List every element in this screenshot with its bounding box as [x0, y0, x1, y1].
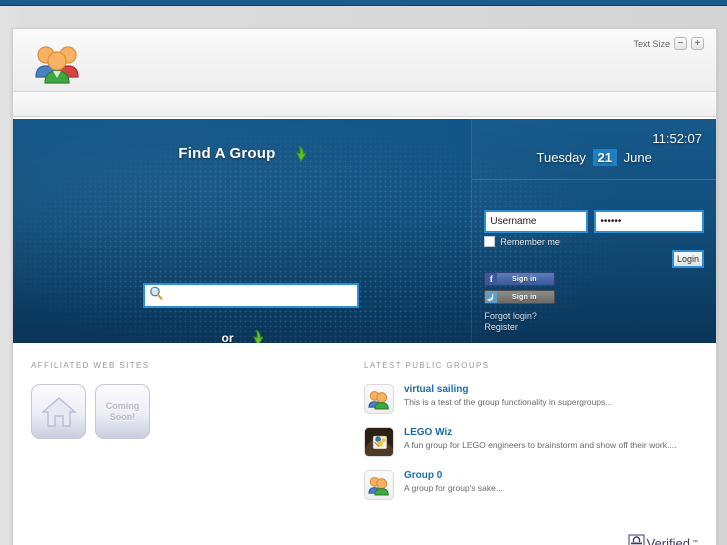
facebook-sign-in-button[interactable]: f Sign in [484, 272, 556, 286]
magnifier-icon [149, 286, 163, 305]
group-people-icon [368, 390, 389, 410]
group-description: This is a test of the group functionalit… [404, 397, 613, 407]
group-name-link[interactable]: virtual sailing [404, 384, 612, 395]
find-a-group-label: Find A Group [178, 145, 276, 162]
remember-me-checkbox[interactable] [484, 236, 496, 247]
clock-date: Tuesday 21 June [472, 149, 716, 166]
green-down-arrow-icon [247, 329, 265, 343]
group-name-link[interactable]: Group 0 [404, 470, 503, 481]
affiliated-web-sites-section: Affiliated Web Sites Coming Soon! [13, 361, 359, 513]
text-size-increase-button[interactable]: + [691, 37, 704, 50]
site-shell: Text Size − + Find A Group or 11:52:07 T… [12, 28, 717, 545]
list-item[interactable]: Group 0 A group for group's sake... [364, 470, 716, 500]
verified-trademark: ™ [692, 540, 698, 545]
home-icon [40, 396, 77, 427]
remember-me-row[interactable]: Remember me [484, 236, 560, 247]
twitter-sign-in-button[interactable]: Sign in [484, 290, 556, 304]
facebook-icon: f [485, 273, 498, 285]
lower-content: Affiliated Web Sites Coming Soon! La [13, 343, 716, 545]
hero-section: Find A Group or 11:52:07 Tuesday 21 June… [13, 117, 716, 343]
password-input[interactable] [594, 210, 705, 233]
list-item[interactable]: virtual sailing This is a test of the gr… [364, 384, 716, 414]
twitter-sign-in-label: Sign in [511, 293, 537, 301]
group-people-icon [368, 476, 389, 496]
green-down-arrow-icon [290, 145, 308, 167]
username-input[interactable] [484, 210, 589, 233]
forgot-login-link[interactable]: Forgot login? [484, 311, 537, 322]
text-size-control: Text Size − + [633, 37, 704, 50]
group-avatar[interactable] [364, 470, 394, 500]
group-search-box[interactable] [143, 283, 359, 308]
group-people-icon [35, 46, 79, 84]
latest-public-groups-section: Latest Public Groups virtual sailing [359, 361, 716, 513]
group-avatar[interactable] [364, 427, 394, 457]
affiliated-tile-home[interactable] [31, 384, 86, 439]
social-sign-in-group: f Sign in Sign in [484, 272, 556, 308]
group-description: A group for group's sake... [404, 483, 503, 493]
lego-photo-thumbnail [365, 428, 393, 456]
login-panel-divider [472, 179, 716, 180]
login-fields [484, 210, 705, 233]
affiliated-section-title: Affiliated Web Sites [31, 361, 150, 370]
clock-month: June [623, 150, 652, 165]
text-size-decrease-button[interactable]: − [674, 37, 687, 50]
latest-groups-section-title: Latest Public Groups [364, 361, 490, 370]
affiliated-tiles: Coming Soon! [31, 384, 359, 439]
or-separator: or [13, 329, 471, 343]
group-search-input[interactable] [167, 288, 353, 303]
lock-icon [628, 534, 645, 545]
facebook-sign-in-label: Sign in [511, 275, 537, 283]
header-subbar [13, 92, 716, 117]
site-header: Text Size − + [13, 29, 716, 92]
site-logo[interactable] [30, 37, 84, 85]
group-name-link[interactable]: LEGO Wiz [404, 427, 676, 438]
page-background: Text Size − + Find A Group or 11:52:07 T… [0, 6, 727, 545]
clock-day-number: 21 [592, 149, 617, 166]
list-item[interactable]: LEGO Wiz A fun group for LEGO engineers … [364, 427, 716, 457]
login-panel: 11:52:07 Tuesday 21 June Remember me Log… [471, 119, 716, 343]
find-a-group-heading: Find A Group [13, 145, 471, 167]
affiliated-tile-coming-soon[interactable]: Coming Soon! [95, 384, 150, 439]
text-size-label: Text Size [633, 38, 670, 49]
verified-label: Verified [646, 535, 690, 545]
login-links: Forgot login? Register [484, 311, 537, 333]
verified-badge[interactable]: Verified ™ [628, 534, 698, 545]
clock-day-name: Tuesday [536, 150, 586, 165]
group-description: A fun group for LEGO engineers to brains… [404, 440, 677, 450]
remember-me-label: Remember me [500, 236, 560, 247]
group-avatar[interactable] [364, 384, 394, 414]
coming-soon-label: Coming Soon! [105, 400, 140, 422]
hero-find-group-panel: Find A Group or [13, 119, 471, 343]
register-link[interactable]: Register [484, 322, 537, 333]
twitter-bird-icon [485, 291, 498, 303]
or-label: or [221, 331, 234, 343]
clock-time: 11:52:07 [652, 131, 702, 146]
login-button[interactable]: Login [672, 250, 704, 268]
